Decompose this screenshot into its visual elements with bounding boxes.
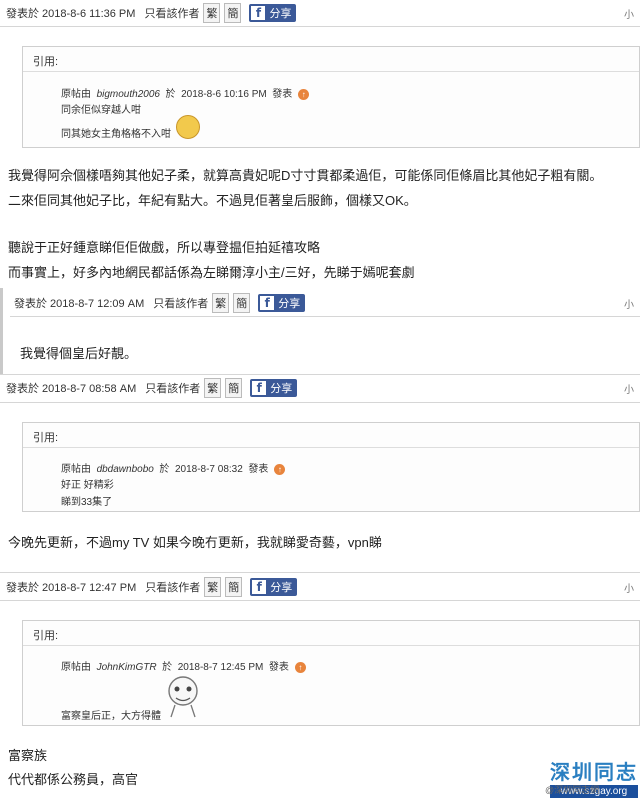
post-body-line: 代代都係公務員，高官 <box>8 772 139 787</box>
font-size-toggle[interactable]: 小 <box>624 381 634 396</box>
quote-line: 好正 好精彩 <box>61 480 114 491</box>
quote-line: 同余佢似穿越人咁 <box>61 105 141 116</box>
quote-box: 引用: 原帖由 dbdawnbobo 於 2018-8-7 08:32 發表 ↑ … <box>22 422 640 512</box>
post-meta-4: 發表於 2018-8-7 12:47 PM 只看該作者 繁 簡 f 分享 <box>6 576 298 598</box>
traditional-button[interactable]: 繁 <box>203 3 221 23</box>
simplified-button[interactable]: 簡 <box>225 378 243 398</box>
traditional-button[interactable]: 繁 <box>204 577 222 597</box>
post-meta-1: 發表於 2018-8-6 11:36 PM 只看該作者 繁 簡 f 分享 <box>6 2 297 24</box>
post-time: 發表於 2018-8-7 12:09 AM <box>14 298 145 310</box>
simplified-button[interactable]: 簡 <box>224 3 242 23</box>
facebook-share-button[interactable]: f 分享 <box>258 294 306 312</box>
post-time: 發表於 2018-8-7 12:47 PM <box>6 582 137 594</box>
quote-line: 富察皇后正，大方得體 <box>61 711 161 722</box>
quote-line: 同其她女主角格格不入咁 <box>61 129 171 140</box>
post-body-line: 今晚先更新，不過my TV 如果今晚冇更新，我就睇愛奇藝，vpn睇 <box>8 535 382 550</box>
quote-box: 引用: 原帖由 JohnKimGTR 於 2018-8-7 12:45 PM 發… <box>22 620 640 726</box>
traditional-button[interactable]: 繁 <box>212 293 230 313</box>
quote-header: 原帖由 JohnKimGTR 於 2018-8-7 12:45 PM 發表 ↑ <box>61 658 306 673</box>
post-body-line: 我覺得阿佘個樣唔夠其他妃子柔，就算高貴妃呢D寸寸貫都柔過佢，可能係同佢條眉比其他… <box>8 168 603 183</box>
post-body-line: 富察族 <box>8 748 48 763</box>
post-body-line: 而事實上，好多內地網民都話係為左睇爾淳小主/三好，先睇于嫣呢套劇 <box>8 265 415 280</box>
post-body-line: 二來佢同其他妃子比，年紀有點大。不過見佢著皇后服飾，個樣又OK。 <box>8 193 417 208</box>
post-meta-3: 發表於 2018-8-7 08:58 AM 只看該作者 繁 簡 f 分享 <box>6 377 298 399</box>
quote-header: 原帖由 dbdawnbobo 於 2018-8-7 08:32 發表 ↑ <box>61 460 286 475</box>
facebook-share-button[interactable]: f 分享 <box>249 4 297 22</box>
quote-label: 引用: <box>33 432 59 444</box>
simplified-button[interactable]: 簡 <box>233 293 251 313</box>
facebook-icon: f <box>252 580 267 594</box>
sick-face-emoji-icon <box>176 115 200 139</box>
quote-box: 引用: 原帖由 bigmouth2006 於 2018-8-6 10:16 PM… <box>22 46 640 148</box>
author-only-link[interactable]: 只看該作者 <box>153 295 208 311</box>
post-body-line: 我覺得個皇后好靚。 <box>20 346 138 361</box>
simplified-button[interactable]: 簡 <box>225 577 243 597</box>
facebook-icon: f <box>251 6 266 20</box>
quote-label: 引用: <box>33 56 59 68</box>
post-body-line: 聽說于正好鍾意睇佢佢做戲，所以專登揾佢拍延禧攻略 <box>8 240 321 255</box>
quote-user-link[interactable]: bigmouth2006 <box>97 89 160 100</box>
font-size-toggle[interactable]: 小 <box>624 580 634 595</box>
author-only-link[interactable]: 只看該作者 <box>144 5 199 21</box>
font-size-toggle[interactable]: 小 <box>624 296 634 311</box>
quote-label: 引用: <box>33 630 59 642</box>
post-time: 發表於 2018-8-7 08:58 AM <box>6 383 137 395</box>
author-only-link[interactable]: 只看該作者 <box>145 579 200 595</box>
traditional-button[interactable]: 繁 <box>204 378 222 398</box>
font-size-toggle[interactable]: 小 <box>624 6 634 21</box>
quote-user-link[interactable]: dbdawnbobo <box>97 464 154 475</box>
back-to-post-icon[interactable]: ↑ <box>294 661 306 673</box>
facebook-share-button[interactable]: f 分享 <box>250 379 298 397</box>
post-meta-2: 發表於 2018-8-7 12:09 AM 只看該作者 繁 簡 f 分享 <box>14 292 306 314</box>
embedded-post-border <box>0 288 3 374</box>
quote-user-link[interactable]: JohnKimGTR <box>97 662 157 673</box>
facebook-share-button[interactable]: f 分享 <box>250 578 298 596</box>
quote-header: 原帖由 bigmouth2006 於 2018-8-6 10:16 PM 發表 ↑ <box>61 85 310 100</box>
quote-line: 睇到33集了 <box>61 497 113 508</box>
facebook-icon: f <box>260 296 275 310</box>
post-time: 發表於 2018-8-6 11:36 PM <box>6 8 136 20</box>
watermark-brand: 深圳同志 <box>550 762 638 784</box>
author-only-link[interactable]: 只看該作者 <box>145 380 200 396</box>
facebook-icon: f <box>252 381 267 395</box>
weibo-watermark: @深圳同志網 <box>545 785 600 795</box>
back-to-post-icon[interactable]: ↑ <box>274 463 286 475</box>
cartoon-sticker-icon <box>168 676 198 718</box>
back-to-post-icon[interactable]: ↑ <box>298 88 310 100</box>
